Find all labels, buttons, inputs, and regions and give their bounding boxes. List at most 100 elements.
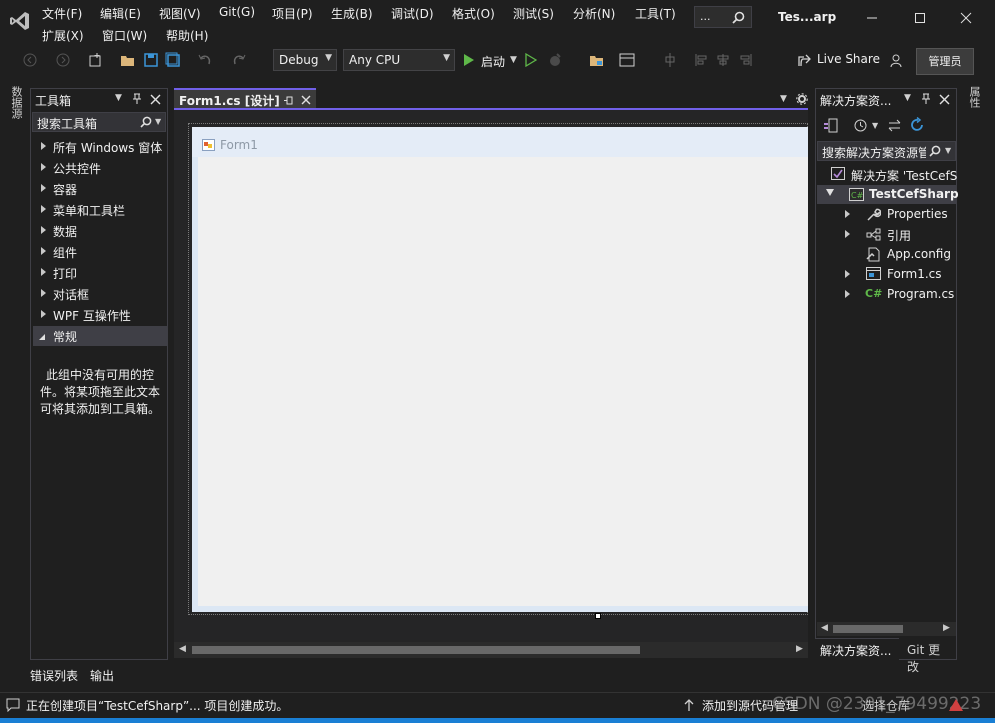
forward-icon[interactable]: [55, 52, 71, 68]
solution-horizontal-scrollbar[interactable]: ◀ ▶: [817, 622, 956, 636]
start-play-icon[interactable]: [462, 52, 476, 68]
notification-icon[interactable]: [5, 697, 21, 713]
close-window-icon[interactable]: [954, 8, 978, 28]
project-node[interactable]: TestCefSharp: [869, 187, 959, 201]
align-grid-icon[interactable]: [662, 51, 678, 69]
maximize-icon[interactable]: [908, 8, 932, 28]
scroll-right-icon[interactable]: ▶: [796, 644, 803, 654]
menu-format[interactable]: 格式(O): [452, 5, 495, 22]
toolbox-group[interactable]: 菜单和工具栏: [33, 200, 167, 220]
chevron-down-icon[interactable]: ▼: [872, 121, 878, 130]
minimize-icon[interactable]: [860, 8, 884, 28]
pin-icon[interactable]: [919, 92, 933, 106]
toolbox-group-selected[interactable]: 常规: [33, 326, 167, 346]
scroll-left-icon[interactable]: ◀: [179, 644, 186, 654]
scroll-left-icon[interactable]: ◀: [821, 623, 828, 633]
data-sources-tab[interactable]: 数据源: [8, 86, 24, 119]
menu-help[interactable]: 帮助(H): [166, 27, 208, 44]
live-share-icon[interactable]: [796, 52, 812, 68]
menu-git[interactable]: Git(G): [219, 5, 255, 19]
form-title-bar[interactable]: [192, 127, 808, 157]
align-left-icon[interactable]: [694, 52, 710, 68]
close-icon[interactable]: [937, 92, 951, 106]
open-folder-icon[interactable]: [119, 51, 137, 69]
toolbox-group[interactable]: 组件: [33, 242, 167, 262]
live-share-label[interactable]: Live Share: [817, 52, 880, 66]
tab-solution-explorer[interactable]: 解决方案资...: [815, 638, 899, 660]
program-node[interactable]: Program.cs: [887, 287, 954, 301]
redo-icon[interactable]: [230, 51, 248, 69]
toolbox-group[interactable]: 打印: [33, 263, 167, 283]
search-box[interactable]: ...: [694, 6, 752, 28]
account-icon[interactable]: [947, 697, 965, 713]
toolbox-group[interactable]: 数据: [33, 221, 167, 241]
toolbox-group[interactable]: 容器: [33, 179, 167, 199]
config-select[interactable]: Debug ▼: [273, 49, 337, 71]
start-button-label[interactable]: 启动: [481, 53, 505, 70]
scrollbar-thumb[interactable]: [833, 625, 903, 633]
menu-build[interactable]: 生成(B): [331, 5, 373, 22]
expand-arrow-icon[interactable]: [845, 210, 850, 218]
references-node[interactable]: 引用: [887, 227, 911, 244]
platform-select[interactable]: Any CPU ▼: [343, 49, 455, 71]
expand-arrow-icon[interactable]: [845, 270, 850, 278]
properties-tab[interactable]: 属性: [966, 86, 982, 108]
back-icon[interactable]: [22, 52, 38, 68]
arrow-up-icon[interactable]: [682, 697, 696, 713]
menu-edit[interactable]: 编辑(E): [100, 5, 141, 22]
collapse-arrow-icon[interactable]: [826, 189, 834, 196]
menu-project[interactable]: 项目(P): [272, 5, 313, 22]
start-without-debugging-icon[interactable]: [524, 52, 538, 68]
toolbox-group[interactable]: WPF 互操作性: [33, 305, 167, 325]
menu-analyze[interactable]: 分析(N): [573, 5, 615, 22]
tab-list-dropdown-icon[interactable]: ▼: [780, 94, 787, 104]
pin-icon[interactable]: [130, 92, 144, 106]
form-client-area[interactable]: [198, 157, 808, 606]
switch-views-icon[interactable]: [822, 117, 838, 133]
toolbox-search-input[interactable]: 搜索工具箱 ▼: [32, 112, 166, 132]
tab-error-list[interactable]: 错误列表: [30, 667, 78, 684]
refresh-icon[interactable]: [908, 116, 926, 134]
toolbox-group[interactable]: 对话框: [33, 284, 167, 304]
undo-icon[interactable]: [196, 51, 214, 69]
start-dropdown-icon[interactable]: ▼: [510, 55, 517, 65]
expand-arrow-icon[interactable]: [845, 290, 850, 298]
form1-node[interactable]: Form1.cs: [887, 267, 942, 281]
menu-extensions[interactable]: 扩展(X): [42, 27, 84, 44]
solution-node[interactable]: 解决方案 'TestCefS: [851, 167, 957, 184]
menu-debug[interactable]: 调试(D): [391, 5, 434, 22]
tab-git-changes[interactable]: Git 更改: [901, 638, 957, 674]
gear-icon[interactable]: [795, 92, 809, 106]
tab-form1-designer[interactable]: Form1.cs [设计]: [174, 88, 316, 109]
solution-search-input[interactable]: 搜索解决方案资源管 ▼: [817, 141, 956, 161]
admin-button[interactable]: 管理员: [916, 48, 974, 75]
tab-output[interactable]: 输出: [90, 667, 114, 684]
menu-view[interactable]: 视图(V): [159, 5, 201, 22]
save-all-icon[interactable]: [164, 51, 182, 69]
toolbox-group[interactable]: 公共控件: [33, 158, 167, 178]
scroll-right-icon[interactable]: ▶: [943, 623, 950, 633]
pin-icon[interactable]: [282, 94, 294, 106]
menu-file[interactable]: 文件(F): [42, 5, 82, 22]
app-config-node[interactable]: App.config: [887, 247, 951, 261]
menu-test[interactable]: 测试(S): [513, 5, 554, 22]
panel-menu-icon[interactable]: ▼: [904, 93, 911, 103]
chevron-down-icon[interactable]: ▼: [155, 117, 161, 126]
save-icon[interactable]: [142, 51, 160, 69]
layout-icon[interactable]: [618, 51, 636, 69]
close-icon[interactable]: [148, 92, 162, 106]
hot-reload-icon[interactable]: [546, 51, 564, 69]
panel-menu-icon[interactable]: ▼: [115, 93, 122, 103]
feedback-icon[interactable]: [888, 52, 904, 68]
align-right-icon[interactable]: [737, 52, 753, 68]
sync-icon[interactable]: [886, 117, 902, 133]
visual-studio-logo-icon[interactable]: [8, 9, 32, 33]
new-project-icon[interactable]: [86, 51, 104, 69]
resize-handle[interactable]: [595, 613, 601, 619]
properties-node[interactable]: Properties: [887, 207, 948, 221]
align-center-icon[interactable]: [715, 52, 731, 68]
close-icon[interactable]: [300, 94, 312, 106]
solution-folder-icon[interactable]: [588, 51, 606, 69]
toolbox-group[interactable]: 所有 Windows 窗体: [33, 137, 167, 157]
menu-window[interactable]: 窗口(W): [102, 27, 147, 44]
